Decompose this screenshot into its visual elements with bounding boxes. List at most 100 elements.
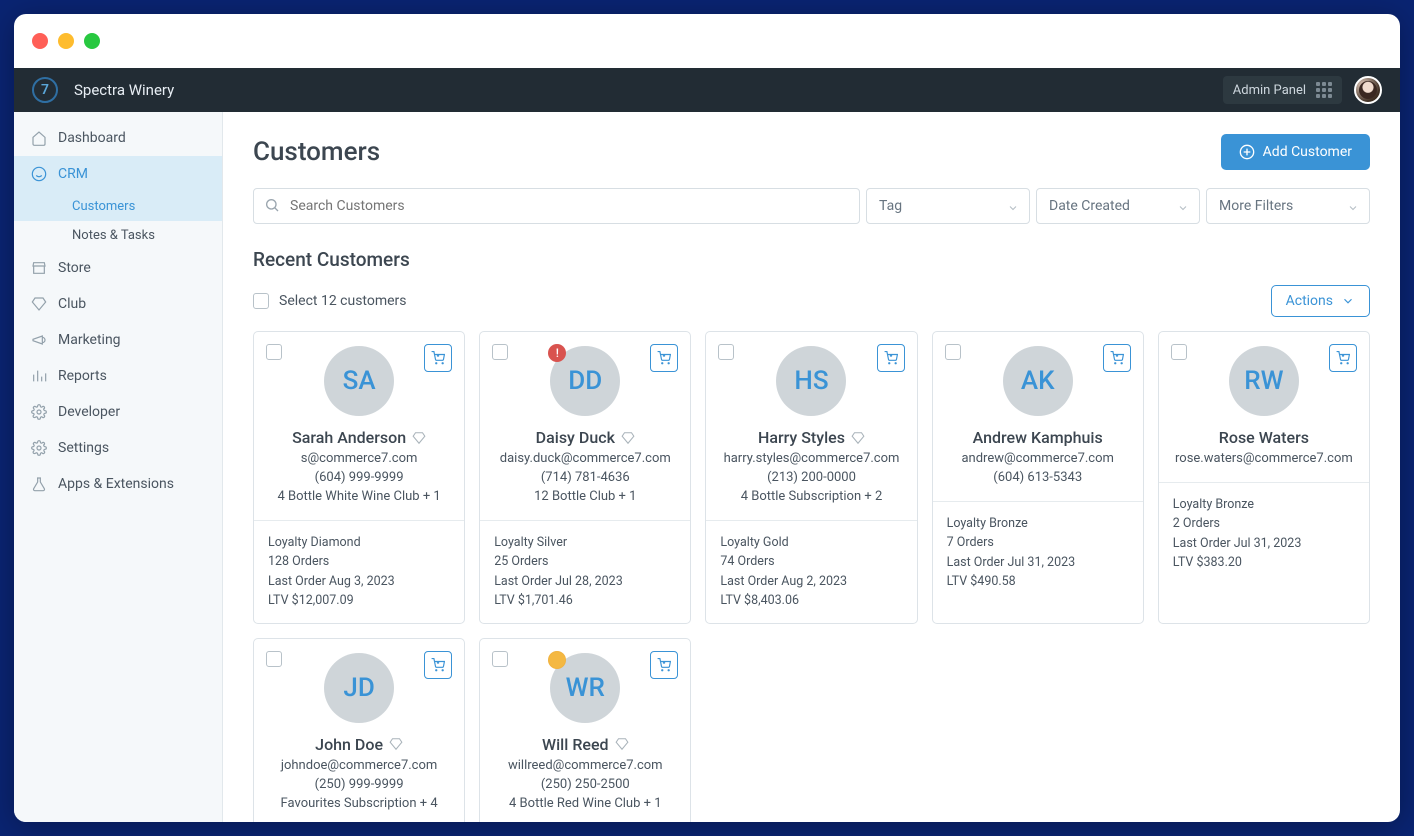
search-wrapper bbox=[253, 188, 860, 224]
customer-card[interactable]: RW Rose Waters rose.waters@commerce7.com… bbox=[1158, 331, 1370, 624]
customer-stat-line: LTV $383.20 bbox=[1173, 553, 1355, 572]
customer-card[interactable]: AK Andrew Kamphuis andrew@commerce7.com(… bbox=[932, 331, 1144, 624]
sidebar-item-club[interactable]: Club bbox=[14, 286, 222, 322]
sidebar-item-settings[interactable]: Settings bbox=[14, 430, 222, 466]
close-dot[interactable] bbox=[32, 33, 48, 49]
customer-checkbox[interactable] bbox=[266, 344, 282, 360]
customer-card[interactable]: WR Will Reed willreed@commerce7.com(250)… bbox=[479, 638, 691, 823]
select-all[interactable]: Select 12 customers bbox=[253, 293, 407, 309]
customer-stat-line: 25 Orders bbox=[494, 552, 676, 571]
app-window: 7 Spectra Winery Admin Panel DashboardCR… bbox=[14, 14, 1400, 822]
customer-info-line: 4 Bottle Red Wine Club + 1 bbox=[492, 796, 678, 811]
customer-name: Andrew Kamphuis bbox=[945, 428, 1131, 447]
customer-info-line: 4 Bottle Subscription + 2 bbox=[718, 489, 904, 504]
add-to-cart-button[interactable] bbox=[424, 651, 452, 679]
customer-initials: DD bbox=[568, 366, 602, 396]
add-to-cart-button[interactable] bbox=[1329, 344, 1357, 372]
maximize-dot[interactable] bbox=[84, 33, 100, 49]
customer-card[interactable]: JD John Doe johndoe@commerce7.com(250) 9… bbox=[253, 638, 465, 823]
sidebar: DashboardCRM Customers Notes & TasksStoreC… bbox=[14, 112, 223, 822]
customer-info-line: 12 Bottle Club + 1 bbox=[492, 489, 678, 504]
diamond-icon bbox=[851, 431, 865, 445]
minimize-dot[interactable] bbox=[58, 33, 74, 49]
customer-stat-line: 74 Orders bbox=[720, 552, 902, 571]
sidebar-item-label: Developer bbox=[58, 404, 120, 420]
customer-name: Harry Styles bbox=[718, 428, 904, 447]
gear-icon bbox=[30, 403, 48, 421]
customer-stat-line: LTV $8,403.06 bbox=[720, 591, 902, 610]
add-to-cart-button[interactable] bbox=[877, 344, 905, 372]
customer-stats: Loyalty Bronze2 OrdersLast Order Jul 31,… bbox=[1159, 482, 1369, 585]
select-all-checkbox[interactable] bbox=[253, 293, 269, 309]
customer-stat-line: LTV $1,701.46 bbox=[494, 591, 676, 610]
chevron-down-icon bbox=[1341, 294, 1355, 308]
add-to-cart-button[interactable] bbox=[1103, 344, 1131, 372]
customer-checkbox[interactable] bbox=[266, 651, 282, 667]
search-input[interactable] bbox=[253, 188, 860, 224]
add-customer-label: Add Customer bbox=[1263, 144, 1352, 160]
sidebar-item-label: Settings bbox=[58, 440, 109, 456]
customer-initials: HS bbox=[794, 366, 828, 396]
select-all-label: Select 12 customers bbox=[279, 293, 407, 309]
customer-checkbox[interactable] bbox=[1171, 344, 1187, 360]
store-icon bbox=[30, 259, 48, 277]
sidebar-item-dashboard[interactable]: Dashboard bbox=[14, 120, 222, 156]
customer-checkbox[interactable] bbox=[718, 344, 734, 360]
customer-info-line: (714) 781-4636 bbox=[492, 470, 678, 485]
add-customer-button[interactable]: Add Customer bbox=[1221, 134, 1370, 170]
customer-stat-line: 128 Orders bbox=[268, 552, 450, 571]
gear-icon bbox=[30, 439, 48, 457]
sidebar-item-store[interactable]: Store bbox=[14, 250, 222, 286]
filter-more[interactable]: More Filters bbox=[1206, 188, 1370, 224]
main-content: Customers Add Customer Tag bbox=[223, 112, 1400, 822]
chevron-down-icon bbox=[1007, 202, 1019, 214]
customer-card[interactable]: SA Sarah Anderson s@commerce7.com(604) 9… bbox=[253, 331, 465, 624]
filter-tag[interactable]: Tag bbox=[866, 188, 1030, 224]
add-to-cart-button[interactable] bbox=[650, 344, 678, 372]
admin-panel-button[interactable]: Admin Panel bbox=[1223, 76, 1342, 104]
customer-checkbox[interactable] bbox=[492, 344, 508, 360]
sidebar-sub-notes-tasks[interactable]: Notes & Tasks bbox=[14, 221, 222, 250]
sidebar-item-crm[interactable]: CRM bbox=[14, 156, 222, 192]
add-to-cart-button[interactable] bbox=[424, 344, 452, 372]
bars-icon bbox=[30, 367, 48, 385]
customer-grid: SA Sarah Anderson s@commerce7.com(604) 9… bbox=[253, 331, 1370, 822]
diamond-icon bbox=[615, 737, 629, 751]
customer-checkbox[interactable] bbox=[492, 651, 508, 667]
customer-stat-line: Last Order Jul 31, 2023 bbox=[947, 553, 1129, 572]
customer-stat-line: Last Order Jul 28, 2023 bbox=[494, 572, 676, 591]
add-to-cart-button[interactable] bbox=[650, 651, 678, 679]
sidebar-item-marketing[interactable]: Marketing bbox=[14, 322, 222, 358]
brand-logo[interactable]: 7 bbox=[32, 77, 58, 103]
filter-tag-label: Tag bbox=[879, 198, 902, 214]
customer-card[interactable]: HS Harry Styles harry.styles@commerce7.c… bbox=[705, 331, 917, 624]
filter-date[interactable]: Date Created bbox=[1036, 188, 1200, 224]
customer-stats: Loyalty Gold74 OrdersLast Order Aug 2, 2… bbox=[706, 520, 916, 623]
sidebar-sub-customers[interactable]: Customers bbox=[14, 192, 222, 221]
customer-name: Daisy Duck bbox=[492, 428, 678, 447]
sidebar-item-developer[interactable]: Developer bbox=[14, 394, 222, 430]
customer-stats: Loyalty Bronze7 OrdersLast Order Jul 31,… bbox=[933, 501, 1143, 604]
customer-checkbox[interactable] bbox=[945, 344, 961, 360]
alert-badge-icon: ! bbox=[548, 344, 566, 362]
customer-card[interactable]: !DD Daisy Duck daisy.duck@commerce7.com(… bbox=[479, 331, 691, 624]
app-bar: 7 Spectra Winery Admin Panel bbox=[14, 68, 1400, 112]
user-avatar[interactable] bbox=[1354, 76, 1382, 104]
sidebar-item-apps-extensions[interactable]: Apps & Extensions bbox=[14, 466, 222, 502]
customer-initials: WR bbox=[566, 673, 605, 703]
customer-stat-line: LTV $490.58 bbox=[947, 572, 1129, 591]
customer-avatar: RW bbox=[1229, 346, 1299, 416]
sidebar-item-label: Apps & Extensions bbox=[58, 476, 174, 492]
customer-stats: Loyalty Diamond128 OrdersLast Order Aug … bbox=[254, 520, 464, 623]
plus-circle-icon bbox=[1239, 144, 1255, 160]
diamond-icon bbox=[412, 431, 426, 445]
customer-info-line: (250) 250-2500 bbox=[492, 777, 678, 792]
customer-info-line: (213) 200-0000 bbox=[718, 470, 904, 485]
customer-stat-line: Last Order Jul 31, 2023 bbox=[1173, 534, 1355, 553]
diamond-icon bbox=[30, 295, 48, 313]
customer-stat-line: Loyalty Diamond bbox=[268, 533, 450, 552]
actions-button[interactable]: Actions bbox=[1271, 285, 1370, 317]
sidebar-item-reports[interactable]: Reports bbox=[14, 358, 222, 394]
sidebar-sub-label: Customers bbox=[72, 199, 135, 214]
customer-info-line: johndoe@commerce7.com bbox=[266, 758, 452, 773]
